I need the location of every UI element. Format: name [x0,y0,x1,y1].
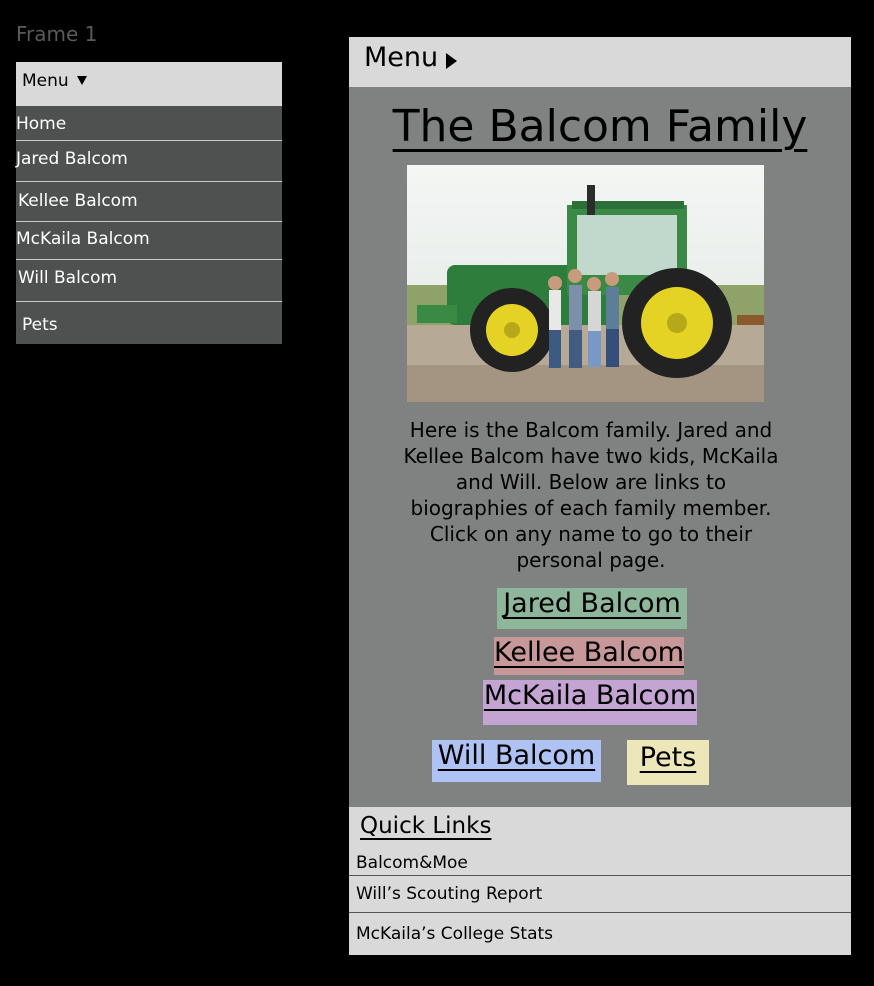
link-kellee-balcom[interactable]: Kellee Balcom [494,637,684,675]
quick-link-mckaila-college-stats[interactable]: McKaila’s College Stats [349,913,851,955]
frame-label: Frame 1 [16,22,98,46]
link-label: Will Balcom [437,740,596,771]
link-will-balcom[interactable]: Will Balcom [432,740,601,782]
phone-frame: Menu The Balcom Family Here is the Balco… [349,37,851,955]
top-menu-bar[interactable]: Menu [349,37,851,87]
quick-links-panel: Quick Links Balcom&Moe Will’s Scouting R… [349,807,851,955]
caret-right-icon [446,53,457,69]
dropdown-item-mckaila[interactable]: McKaila Balcom [16,222,282,260]
quick-link-balcom-moe[interactable]: Balcom&Moe [349,853,851,876]
dropdown-item-label: Pets [22,315,58,335]
link-jared-balcom[interactable]: Jared Balcom [497,588,687,629]
quick-link-label: McKaila’s College Stats [356,924,554,944]
dropdown-item-label: Kellee Balcom [18,191,138,211]
family-photo [407,165,764,402]
dropdown-item-label: Home [16,114,67,134]
dropdown-item-kellee[interactable]: Kellee Balcom [16,182,282,222]
menu-label: Menu [364,42,439,73]
link-label: Kellee Balcom [494,637,685,668]
dropdown-item-label: McKaila Balcom [16,229,150,249]
dropdown-menu-toggle[interactable]: Menu [16,62,282,106]
dropdown-item-will[interactable]: Will Balcom [16,260,282,302]
link-label: Pets [639,742,697,773]
link-label: McKaila Balcom [483,680,697,711]
page-title: The Balcom Family [349,101,851,152]
dropdown-menu-label: Menu [22,71,69,91]
quick-link-label: Balcom&Moe [356,853,468,873]
dropdown-item-jared[interactable]: Jared Balcom [16,141,282,182]
link-mckaila-balcom[interactable]: McKaila Balcom [483,680,697,725]
quick-links-title: Quick Links [360,813,492,839]
quick-link-will-scouting-report[interactable]: Will’s Scouting Report [349,876,851,913]
dropdown-item-home[interactable]: Home [16,106,282,141]
link-label: Jared Balcom [503,588,681,619]
caret-down-icon [76,76,87,85]
page-title-text: The Balcom Family [392,101,808,152]
link-pets[interactable]: Pets [627,740,709,785]
dropdown-menu: Menu Home Jared Balcom Kellee Balcom McK… [16,62,282,344]
dropdown-item-label: Jared Balcom [16,149,128,169]
family-description: Here is the Balcom family. Jared and Kel… [403,418,779,572]
dropdown-item-pets[interactable]: Pets [16,302,282,344]
dropdown-item-label: Will Balcom [18,268,118,288]
quick-link-label: Will’s Scouting Report [356,884,543,904]
